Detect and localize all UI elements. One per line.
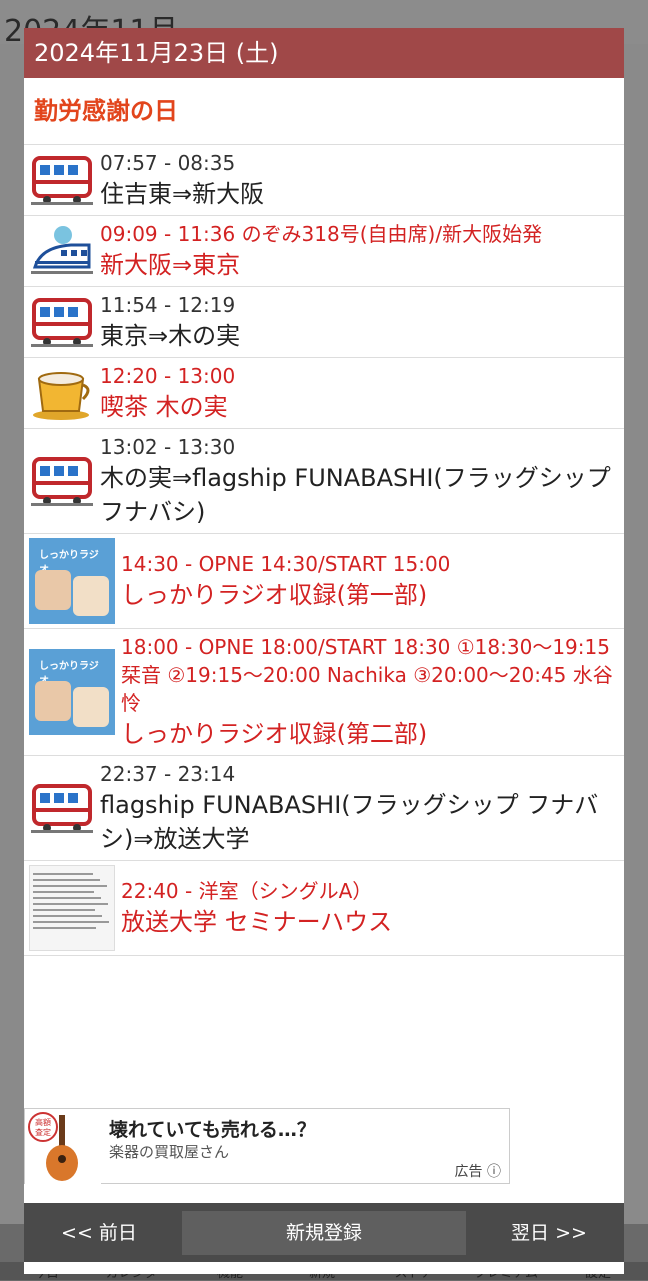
event-text: 22:40 - 洋室（シングルA） 放送大学 セミナーハウス	[115, 877, 398, 939]
ad-title: 壊れていても売れる…？	[109, 1119, 316, 1141]
event-text: 14:30 - OPNE 14:30/START 15:00 しっかりラジオ収録…	[115, 550, 456, 612]
event-row[interactable]: 13:02 - 13:30 木の実⇒flagship FUNABASHI(フラッ…	[24, 429, 624, 534]
train-icon	[30, 149, 94, 211]
event-time: 11:54 - 12:19	[100, 293, 236, 317]
event-row[interactable]: 09:09 - 11:36 のぞみ318号(自由席)/新大阪始発 新大阪⇒東京	[24, 216, 624, 287]
document-thumbnail	[29, 865, 115, 951]
event-title: flagship FUNABASHI(フラッグシップ フナバシ)⇒放送大学	[100, 791, 599, 853]
event-title: 東京⇒木の実	[100, 322, 241, 350]
guitar-icon: 高額 査定	[25, 1109, 101, 1185]
event-time: 09:09 - 11:36 のぞみ318号(自由席)/新大阪始発	[100, 222, 543, 246]
event-time: 22:40 - 洋室（シングルA）	[121, 879, 373, 903]
event-row[interactable]: 11:54 - 12:19 東京⇒木の実	[24, 287, 624, 358]
ad-label-text: 広告	[454, 1164, 483, 1180]
next-day-button[interactable]: 翌日 >>	[474, 1211, 624, 1255]
event-text: 18:00 - OPNE 18:00/START 18:30 ①18:30〜19…	[115, 633, 624, 751]
event-row[interactable]: 12:20 - 13:00 喫茶 木の実	[24, 358, 624, 429]
event-title: しっかりラジオ収録(第一部)	[121, 581, 428, 609]
holiday-label: 勤労感謝の日	[24, 78, 624, 145]
event-text: 07:57 - 08:35 住吉東⇒新大阪	[94, 149, 270, 211]
svg-text:高額: 高額	[35, 1117, 51, 1127]
info-icon[interactable]: ⓘ	[487, 1164, 501, 1180]
event-time: 12:20 - 13:00	[100, 364, 236, 388]
ad-label: 広告 ⓘ	[455, 1161, 501, 1181]
advertisement-banner[interactable]: 高額 査定 壊れていても売れる…？ 楽器の買取屋さん 広告 ⓘ	[24, 1108, 510, 1185]
event-title: 木の実⇒flagship FUNABASHI(フラッグシップ フナバシ)	[100, 464, 611, 526]
train-icon	[30, 291, 94, 353]
svg-text:査定: 査定	[35, 1127, 51, 1137]
train-icon	[30, 777, 94, 839]
event-time: 14:30 - OPNE 14:30/START 15:00	[121, 552, 451, 576]
coffee-icon	[30, 362, 94, 424]
previous-day-button[interactable]: << 前日	[24, 1211, 174, 1255]
event-text: 09:09 - 11:36 のぞみ318号(自由席)/新大阪始発 新大阪⇒東京	[94, 220, 548, 282]
event-title: 喫茶 木の実	[100, 393, 228, 421]
dialog-date-title: 2024年11月23日 (土)	[24, 28, 624, 78]
event-text: 11:54 - 12:19 東京⇒木の実	[94, 291, 246, 353]
event-title: 住吉東⇒新大阪	[100, 180, 265, 208]
event-title: しっかりラジオ収録(第二部)	[121, 720, 428, 748]
event-text: 12:20 - 13:00 喫茶 木の実	[94, 362, 241, 424]
train-icon	[30, 450, 94, 512]
event-time: 18:00 - OPNE 18:00/START 18:30 ①18:30〜19…	[121, 635, 613, 715]
event-row[interactable]: 07:57 - 08:35 住吉東⇒新大阪	[24, 145, 624, 216]
event-title: 新大阪⇒東京	[100, 251, 241, 279]
event-row[interactable]: 22:37 - 23:14 flagship FUNABASHI(フラッグシップ…	[24, 756, 624, 861]
day-detail-dialog: 2024年11月23日 (土) 勤労感謝の日 07:57 - 08:35 住吉東…	[24, 28, 624, 1274]
event-time: 13:02 - 13:30	[100, 435, 236, 459]
ad-subtitle: 楽器の買取屋さん	[109, 1143, 230, 1161]
dialog-footer: << 前日 新規登録 翌日 >>	[24, 1203, 624, 1262]
radio-thumbnail: しっかりラジオ	[29, 538, 115, 624]
new-entry-button[interactable]: 新規登録	[182, 1211, 466, 1255]
shinkansen-icon	[30, 220, 94, 282]
event-title: 放送大学 セミナーハウス	[121, 908, 393, 936]
event-row[interactable]: 22:40 - 洋室（シングルA） 放送大学 セミナーハウス	[24, 861, 624, 956]
event-row[interactable]: しっかりラジオ 14:30 - OPNE 14:30/START 15:00 し…	[24, 534, 624, 629]
event-text: 22:37 - 23:14 flagship FUNABASHI(フラッグシップ…	[94, 760, 624, 856]
event-list: 07:57 - 08:35 住吉東⇒新大阪 09:09 - 11:36 のぞみ3…	[24, 145, 624, 956]
event-text: 13:02 - 13:30 木の実⇒flagship FUNABASHI(フラッ…	[94, 433, 624, 529]
calendar-left-column	[0, 44, 24, 1224]
event-time: 22:37 - 23:14	[100, 762, 236, 786]
calendar-right-column	[624, 44, 648, 1224]
event-row[interactable]: しっかりラジオ 18:00 - OPNE 18:00/START 18:30 ①…	[24, 629, 624, 756]
radio-thumbnail: しっかりラジオ	[29, 649, 115, 735]
event-time: 07:57 - 08:35	[100, 151, 236, 175]
